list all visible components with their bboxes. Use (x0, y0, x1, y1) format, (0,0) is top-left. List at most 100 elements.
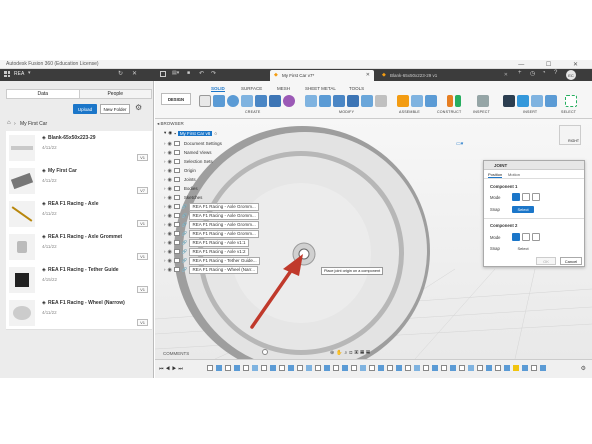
file-tab-inactive[interactable]: ◆ Blank-65x50x223-29 v1 ✕ (378, 70, 512, 81)
timeline-feature[interactable] (225, 365, 231, 371)
eye-icon[interactable]: ◉ (168, 267, 172, 273)
eye-icon[interactable]: ◉ (168, 159, 172, 165)
timeline-feature[interactable] (486, 365, 492, 371)
mode-simple-icon[interactable] (512, 233, 520, 241)
file-menu-icon[interactable]: ▤▾ (172, 70, 179, 76)
measure-icon[interactable] (477, 95, 489, 107)
axis-icon[interactable] (455, 95, 461, 107)
chevron-right-icon[interactable]: › (164, 159, 166, 164)
insert-mesh-icon[interactable] (517, 95, 529, 107)
tab-sheet-metal[interactable]: SHEET METAL (305, 86, 336, 91)
browser-node[interactable]: › ◉ Joints (164, 175, 198, 184)
fillet-icon[interactable] (319, 95, 331, 107)
chevron-right-icon[interactable]: › (164, 249, 166, 254)
browser-node[interactable]: › ◉ 🔗 REA F1 Racing - Axle Gromm... (164, 229, 259, 238)
tab-people[interactable]: People (79, 90, 151, 98)
upload-button[interactable]: Upload (73, 104, 97, 114)
home-icon[interactable]: ⌂ (7, 120, 11, 126)
canvas-icon[interactable] (545, 95, 557, 107)
timeline-feature[interactable] (432, 365, 438, 371)
chevron-right-icon[interactable]: › (164, 141, 166, 146)
timeline-feature[interactable] (504, 365, 510, 371)
chevron-right-icon[interactable]: › (164, 168, 166, 173)
viewcube-face-label[interactable]: RIGHT (559, 125, 581, 145)
timeline-feature[interactable] (387, 365, 393, 371)
notifications-icon[interactable]: ◔ (542, 70, 546, 76)
timeline-feature[interactable] (324, 365, 330, 371)
team-name[interactable]: REA (14, 71, 24, 77)
browser-node[interactable]: › ◉ 🔗 REA F1 Racing - Axle v1:1 (164, 238, 249, 247)
gear-icon[interactable]: ⚙ (135, 103, 142, 112)
mode-center-icon[interactable] (532, 233, 540, 241)
timeline-feature[interactable] (378, 365, 384, 371)
grid-menu-icon[interactable] (4, 71, 10, 77)
eye-icon[interactable]: ◉ (168, 195, 172, 201)
eye-icon[interactable]: ◉ (168, 186, 172, 192)
group-inspect[interactable]: INSPECT (473, 110, 490, 114)
timeline-feature[interactable] (423, 365, 429, 371)
timeline-feature[interactable] (243, 365, 249, 371)
eye-icon[interactable]: ◉ (168, 168, 172, 174)
workspace-switcher[interactable]: DESIGN (161, 93, 191, 105)
file-card[interactable]: ◈ REA F1 Racing - Axle Grommet 4/11/22 V… (6, 230, 152, 264)
eye-icon[interactable]: ◉ (168, 213, 172, 219)
eye-icon[interactable]: ◉ (168, 130, 172, 136)
file-card[interactable]: ◈ Blank-65x50x223-29 4/11/22 V1 (6, 131, 152, 165)
browser-node[interactable]: › ◉ 🔗 REA F1 Racing - Wheel (Narr... (164, 265, 259, 274)
combine-icon[interactable] (361, 95, 373, 107)
new-folder-button[interactable]: New Folder (100, 104, 130, 114)
insert-derive-icon[interactable] (503, 95, 515, 107)
select-button[interactable]: Select (512, 206, 534, 213)
as-built-joint-icon[interactable] (425, 95, 437, 107)
chevron-right-icon[interactable]: › (164, 213, 166, 218)
timeline-feature[interactable] (207, 365, 213, 371)
group-construct[interactable]: CONSTRUCT (437, 110, 461, 114)
new-tab-icon[interactable]: + (518, 70, 522, 76)
save-icon[interactable]: ■ (187, 70, 190, 76)
decal-icon[interactable] (531, 95, 543, 107)
group-insert[interactable]: INSERT (523, 110, 537, 114)
version-badge[interactable]: V1 (137, 319, 148, 326)
timeline-feature[interactable] (333, 365, 339, 371)
pattern-icon[interactable] (255, 95, 267, 107)
timeline-feature[interactable] (279, 365, 285, 371)
tab-position[interactable]: Position (488, 172, 503, 178)
timeline-feature[interactable] (522, 365, 528, 371)
help-icon[interactable]: ? (554, 70, 557, 76)
file-card[interactable]: ◈ REA F1 Racing - Axle 4/11/22 V1 (6, 197, 152, 231)
gear-icon[interactable]: ⚙ (581, 365, 586, 372)
timeline-feature[interactable] (540, 365, 546, 371)
browser-node[interactable]: › ◉ Bodies (164, 184, 200, 193)
data-panel-toggle-icon[interactable] (160, 71, 166, 77)
browser-node[interactable]: › ◉ 🔗 REA F1 Racing - Axle v1:2 (164, 247, 249, 256)
version-badge[interactable]: V1 (137, 220, 148, 227)
timeline-marker[interactable] (513, 365, 519, 371)
chevron-right-icon[interactable]: › (164, 186, 166, 191)
timeline-feature[interactable] (315, 365, 321, 371)
eye-icon[interactable]: ◉ (168, 141, 172, 147)
view-mode-icon[interactable]: ▭▾ (456, 141, 463, 147)
chevron-right-icon[interactable]: › (164, 231, 166, 236)
eye-icon[interactable]: ◉ (168, 231, 172, 237)
chevron-down-icon[interactable]: ▾ (28, 70, 31, 76)
close-tab-icon[interactable]: ✕ (504, 72, 508, 78)
select-button[interactable]: Select (512, 245, 534, 252)
group-assemble[interactable]: ASSEMBLE (399, 110, 420, 114)
browser-node[interactable]: › ◉ 🔗 REA F1 Racing - Axle Gromm... (164, 211, 259, 220)
new-component-icon[interactable] (397, 95, 409, 107)
navigation-bar[interactable]: ⊕✋⌕⊡▣▦▤ (330, 350, 372, 356)
browser-node[interactable]: › ◉ Origin (164, 166, 198, 175)
eye-icon[interactable]: ◉ (168, 249, 172, 255)
file-card[interactable]: ◈ REA F1 Racing - Wheel (Narrow) 4/11/22… (6, 296, 152, 330)
eye-icon[interactable]: ◉ (168, 177, 172, 183)
timeline-feature[interactable] (405, 365, 411, 371)
timeline-feature[interactable] (459, 365, 465, 371)
eye-icon[interactable]: ◉ (168, 240, 172, 246)
tab-tools[interactable]: TOOLS (349, 86, 364, 91)
group-select[interactable]: SELECT (561, 110, 576, 114)
offset-plane-icon[interactable] (447, 95, 453, 107)
version-badge[interactable]: V1 (137, 286, 148, 293)
component2-header[interactable]: Component 2 (490, 223, 517, 228)
eye-icon[interactable]: ◉ (168, 150, 172, 156)
eye-icon[interactable]: ◉ (168, 204, 172, 210)
